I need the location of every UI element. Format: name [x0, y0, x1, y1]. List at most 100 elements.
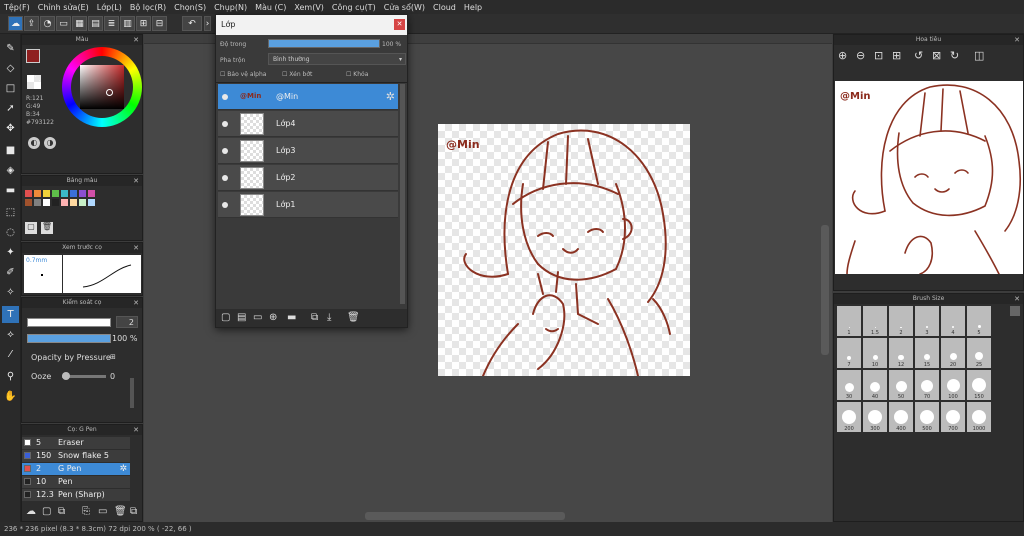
select-pen-icon[interactable]: ✐: [2, 264, 19, 281]
brush-size-cell[interactable]: 300: [863, 402, 887, 432]
undo-icon[interactable]: ↶: [182, 16, 202, 31]
scrollbar[interactable]: [130, 378, 134, 408]
saturation-box[interactable]: [80, 65, 124, 109]
layer-row[interactable]: Lớp2: [218, 165, 398, 191]
move-icon[interactable]: ✥: [2, 120, 19, 137]
close-icon[interactable]: ✕: [1014, 294, 1020, 304]
canvas-hscrollbar[interactable]: [365, 512, 565, 520]
palette-swatch[interactable]: [70, 199, 77, 206]
brush-size-cell[interactable]: 12: [889, 338, 913, 368]
opacity-slider[interactable]: [27, 334, 111, 343]
delete-icon[interactable]: ⧉: [130, 506, 137, 517]
brush-item-selected[interactable]: 2G Pen ✲: [22, 463, 130, 475]
select-eraser-icon[interactable]: ✧: [2, 284, 19, 301]
fill-rect-icon[interactable]: ■: [2, 142, 19, 159]
protect-alpha-checkbox[interactable]: ☐ Bảo vệ alpha: [220, 71, 266, 78]
zoom-out-icon[interactable]: ⊖: [856, 49, 865, 62]
brush-size-cell[interactable]: 2: [889, 306, 913, 336]
visibility-icon[interactable]: [222, 94, 228, 100]
rotate-left-icon[interactable]: ↺: [914, 49, 923, 62]
gradient-icon[interactable]: ▬: [2, 182, 19, 199]
brush-size-cell[interactable]: 400: [889, 402, 913, 432]
brush-copy-icon[interactable]: ⎘: [82, 506, 90, 517]
palette-swatches[interactable]: [25, 190, 135, 212]
visibility-icon[interactable]: [222, 202, 228, 208]
lock-checkbox[interactable]: ☐ Khóa: [346, 71, 368, 78]
palette-swatch[interactable]: [52, 190, 59, 197]
page-icon[interactable]: ▤: [88, 16, 103, 31]
layer-row[interactable]: Lớp3: [218, 138, 398, 164]
close-icon[interactable]: ✕: [133, 425, 139, 435]
select-icon[interactable]: ⬚: [2, 204, 19, 221]
divide-icon[interactable]: ⟡: [2, 326, 19, 343]
brush-item[interactable]: 5 Eraser: [22, 437, 130, 449]
palette-swatch[interactable]: [52, 199, 59, 206]
brush-copy-icon[interactable]: ⧉: [58, 506, 65, 517]
snap-icon[interactable]: ⊞: [136, 16, 151, 31]
ooze-slider[interactable]: [62, 372, 106, 380]
brush-size-cell[interactable]: 25: [967, 338, 991, 368]
magic-wand-icon[interactable]: ✦: [2, 244, 19, 261]
share-icon[interactable]: ⇪: [24, 16, 39, 31]
palette-swatch[interactable]: [34, 199, 41, 206]
rect-select-icon[interactable]: □: [2, 80, 19, 97]
expand-icon[interactable]: ⊞: [110, 353, 116, 361]
menu-select[interactable]: Chọn(S): [174, 3, 206, 12]
delete-icon[interactable]: 🗑: [114, 506, 127, 517]
actual-size-icon[interactable]: ⊞: [892, 49, 901, 62]
layer-opacity-slider[interactable]: [268, 39, 380, 48]
folder-icon[interactable]: ▭: [98, 506, 107, 517]
settings-gear-icon[interactable]: ✲: [119, 463, 127, 475]
hand-icon[interactable]: ✋: [2, 388, 19, 405]
scrollbar[interactable]: [1010, 306, 1020, 316]
palette-swatch[interactable]: [70, 190, 77, 197]
eyedropper-icon[interactable]: ⚲: [2, 368, 19, 385]
brush-size-cell[interactable]: 15: [915, 338, 939, 368]
palette-swatch[interactable]: [61, 190, 68, 197]
menu-layer[interactable]: Lớp(L): [97, 3, 122, 12]
fit-icon[interactable]: ⊡: [874, 49, 883, 62]
menu-tools[interactable]: Công cụ(T): [332, 3, 376, 12]
add-layer-menu-icon[interactable]: ⊕: [269, 312, 277, 323]
palette-swatch[interactable]: [43, 199, 50, 206]
new-brush-icon[interactable]: ▢: [42, 506, 51, 517]
hue-wheel[interactable]: [62, 47, 142, 127]
delete-layer-icon[interactable]: 🗑: [347, 312, 360, 323]
window-icon[interactable]: ▭: [56, 16, 71, 31]
close-icon[interactable]: ✕: [133, 176, 139, 186]
brush-item[interactable]: 150 Snow flake 5: [22, 450, 130, 462]
palette-swatch[interactable]: [79, 190, 86, 197]
palette-swatch[interactable]: [88, 199, 95, 206]
brush-size-cell[interactable]: 30: [837, 370, 861, 400]
close-icon[interactable]: ✕: [394, 19, 405, 30]
layer-row[interactable]: Lớp1: [218, 192, 398, 218]
brush-size-cell[interactable]: 500: [915, 402, 939, 432]
brush-size-cell[interactable]: 3: [915, 306, 939, 336]
brush-size-cell[interactable]: 700: [941, 402, 965, 432]
new-folder-icon[interactable]: ▭: [253, 312, 262, 323]
brush-size-cell[interactable]: 1000: [967, 402, 991, 432]
cloud-upload-icon[interactable]: ☁: [26, 506, 36, 517]
brush-size-cell[interactable]: 150: [967, 370, 991, 400]
brush-item[interactable]: 10 Pen: [22, 476, 130, 488]
brush-size-grid[interactable]: 1 1.5 2 3 4 5 7 10 12 15 20 25 30 40 50 70 100 150 200 300 4…: [837, 306, 997, 446]
redo-icon[interactable]: ›: [204, 16, 211, 31]
snap-icon-2[interactable]: ⊟: [152, 16, 167, 31]
brush-size-cell[interactable]: 5: [967, 306, 991, 336]
bucket-icon[interactable]: ◈: [2, 162, 19, 179]
brush-size-cell[interactable]: 1: [837, 306, 861, 336]
menu-filter[interactable]: Bộ lọc(R): [130, 3, 166, 12]
menu-help[interactable]: Help: [464, 3, 482, 12]
rotate-right-icon[interactable]: ↻: [950, 49, 959, 62]
new-layer-icon[interactable]: ▢: [221, 312, 230, 323]
primary-color-swatch[interactable]: [26, 49, 40, 63]
palette-swatch[interactable]: [79, 199, 86, 206]
size-value[interactable]: 2: [116, 316, 138, 328]
navigator-preview[interactable]: @Min: [835, 81, 1023, 274]
drawing-canvas[interactable]: @Min: [438, 124, 690, 376]
brush-size-cell[interactable]: 40: [863, 370, 887, 400]
brush-item[interactable]: 12.3 Pen (Sharp): [22, 489, 130, 501]
cloud-icon[interactable]: ☁: [8, 16, 23, 31]
color-mode-icon[interactable]: ◐: [28, 137, 40, 149]
menu-cloud[interactable]: Cloud: [433, 3, 456, 12]
